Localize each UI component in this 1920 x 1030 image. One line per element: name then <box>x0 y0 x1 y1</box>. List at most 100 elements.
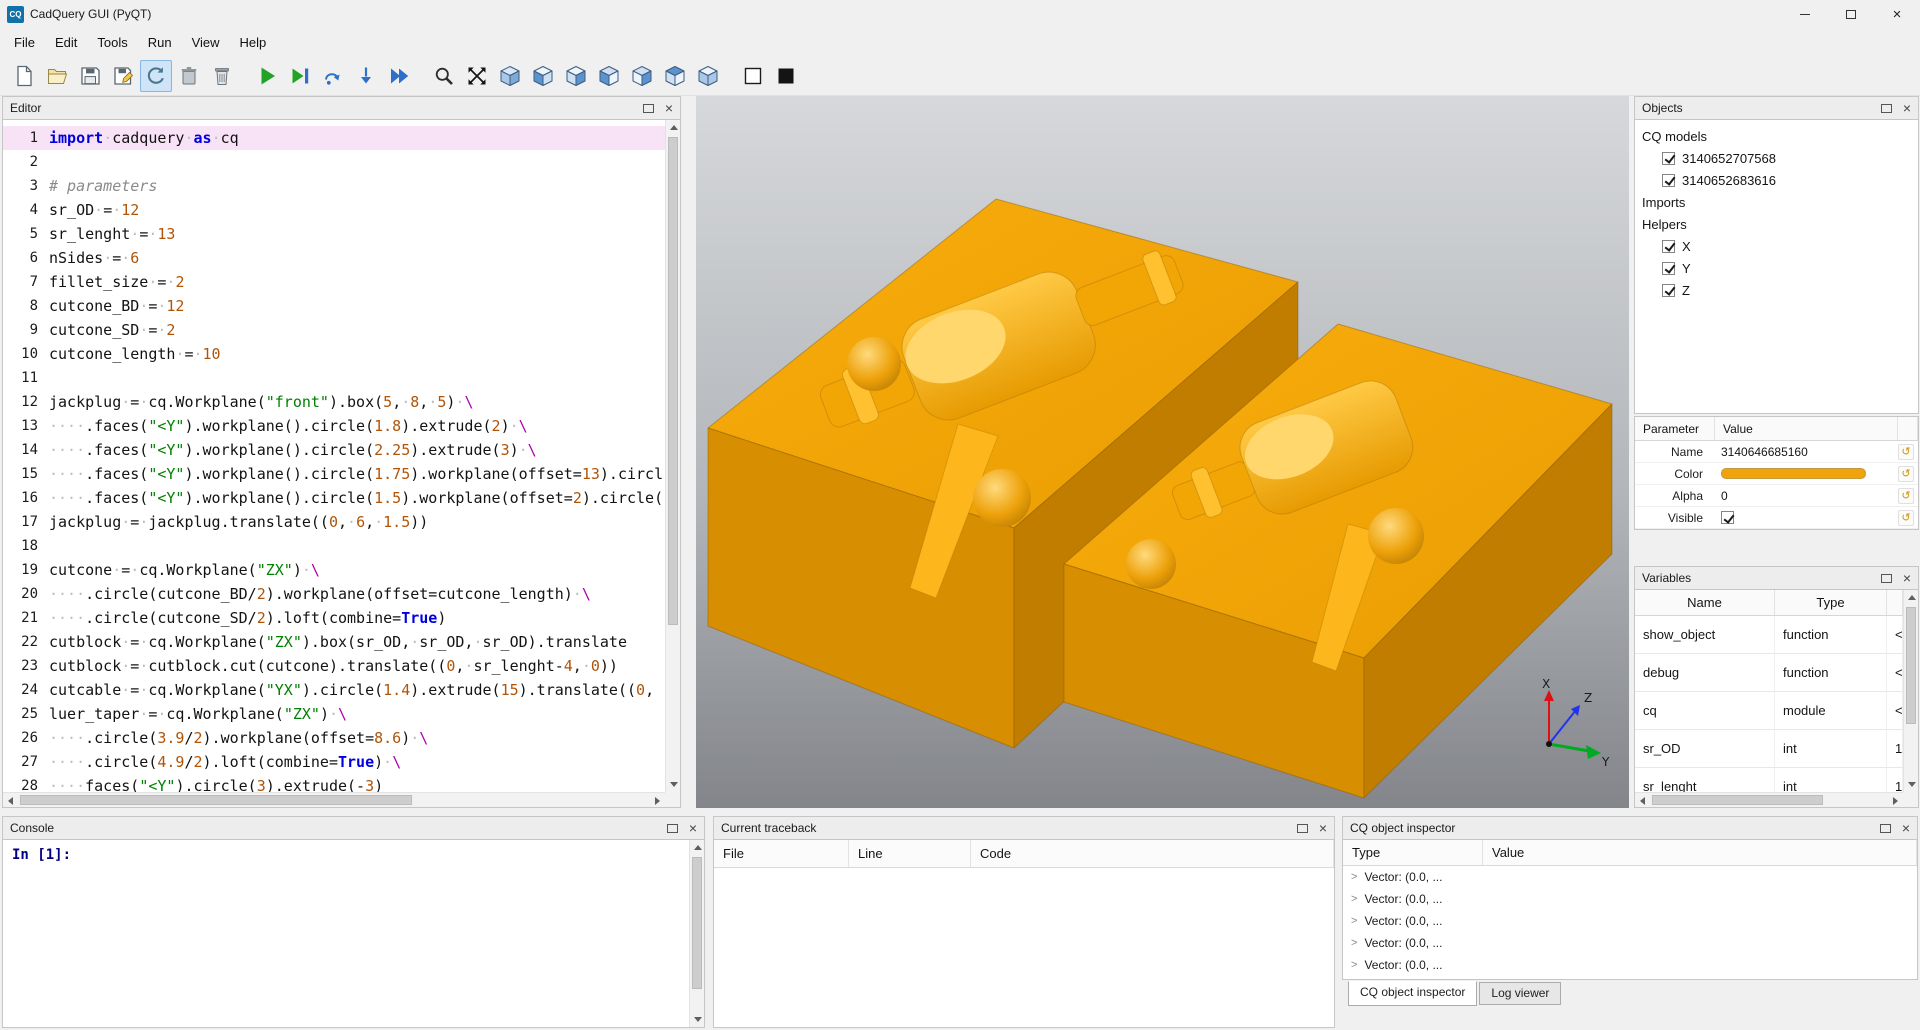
viewport-3d[interactable]: X Z Y <box>696 96 1629 808</box>
menu-run[interactable]: Run <box>138 31 182 54</box>
variable-row-debug[interactable]: debugfunction<f <box>1635 654 1903 692</box>
checkbox[interactable] <box>1662 174 1675 187</box>
scroll-thumb[interactable] <box>1906 607 1916 724</box>
scroll-up-button[interactable] <box>690 840 705 855</box>
scroll-thumb[interactable] <box>20 795 412 805</box>
inspector-row-0[interactable]: >Vector: (0.0, ... <box>1343 866 1917 888</box>
code-line-15[interactable]: 15····.faces("<Y").workplane().circle(1.… <box>3 462 665 486</box>
tree-item-x[interactable]: X <box>1635 235 1918 257</box>
code-line-6[interactable]: 6nSides·=·6 <box>3 246 665 270</box>
step-over-button[interactable] <box>317 60 349 92</box>
delete-button[interactable] <box>206 60 238 92</box>
tree-item-cq-models[interactable]: CQ models <box>1635 125 1918 147</box>
close-panel-icon[interactable]: × <box>665 101 673 115</box>
checkbox[interactable] <box>1662 240 1675 253</box>
menu-edit[interactable]: Edit <box>45 31 87 54</box>
scroll-track[interactable] <box>1904 605 1918 777</box>
tree-item-imports[interactable]: Imports <box>1635 191 1918 213</box>
expand-icon[interactable]: > <box>1351 937 1357 949</box>
float-panel-icon[interactable] <box>643 104 654 113</box>
scroll-track[interactable] <box>666 135 680 777</box>
close-panel-icon[interactable]: × <box>1319 821 1327 835</box>
save-button[interactable] <box>74 60 106 92</box>
reset-button[interactable]: ↺ <box>1898 488 1914 504</box>
code-line-8[interactable]: 8cutcone_BD·=·12 <box>3 294 665 318</box>
debug-button[interactable] <box>284 60 316 92</box>
tab-cq-object-inspector[interactable]: CQ object inspector <box>1348 981 1477 1006</box>
wireframe-button[interactable] <box>737 60 769 92</box>
editor-horizontal-scrollbar[interactable] <box>3 792 665 807</box>
checkbox[interactable] <box>1662 152 1675 165</box>
editor-code[interactable]: 1import·cadquery·as·cq23# parameters4sr_… <box>3 120 665 792</box>
scroll-up-button[interactable] <box>666 120 681 135</box>
scroll-track[interactable] <box>1650 793 1888 807</box>
code-line-23[interactable]: 23cutblock·=·cutblock.cut(cutcone).trans… <box>3 654 665 678</box>
code-line-3[interactable]: 3# parameters <box>3 174 665 198</box>
variables-vertical-scrollbar[interactable] <box>1903 590 1918 792</box>
scroll-down-button[interactable] <box>666 777 681 792</box>
code-line-18[interactable]: 18 <box>3 534 665 558</box>
tab-log-viewer[interactable]: Log viewer <box>1479 982 1561 1005</box>
code-line-5[interactable]: 5sr_lenght·=·13 <box>3 222 665 246</box>
console-body[interactable]: In [1]: <box>2 840 705 1028</box>
expand-icon[interactable]: > <box>1351 959 1357 971</box>
view-top-button[interactable] <box>659 60 691 92</box>
reset-button[interactable]: ↺ <box>1898 444 1914 460</box>
scroll-thumb[interactable] <box>1652 795 1823 805</box>
property-value[interactable] <box>1715 511 1898 524</box>
zoom-button[interactable] <box>428 60 460 92</box>
float-panel-icon[interactable] <box>1881 574 1892 583</box>
view-right-button[interactable] <box>626 60 658 92</box>
code-line-11[interactable]: 11 <box>3 366 665 390</box>
close-panel-icon[interactable]: × <box>689 821 697 835</box>
visible-checkbox[interactable] <box>1721 511 1734 524</box>
code-line-14[interactable]: 14····.faces("<Y").workplane().circle(2.… <box>3 438 665 462</box>
continue-button[interactable] <box>383 60 415 92</box>
maximize-button[interactable] <box>1828 0 1874 28</box>
menu-view[interactable]: View <box>182 31 230 54</box>
minimize-button[interactable] <box>1782 0 1828 28</box>
menu-file[interactable]: File <box>4 31 45 54</box>
scroll-right-button[interactable] <box>1888 793 1903 808</box>
code-line-28[interactable]: 28····faces("<Y").circle(3).extrude(-3) <box>3 774 665 792</box>
checkbox[interactable] <box>1662 284 1675 297</box>
variables-horizontal-scrollbar[interactable] <box>1635 792 1903 807</box>
new-file-button[interactable] <box>8 60 40 92</box>
inspector-row-2[interactable]: >Vector: (0.0, ... <box>1343 910 1917 932</box>
open-file-button[interactable] <box>41 60 73 92</box>
expand-icon[interactable]: > <box>1351 893 1357 905</box>
float-panel-icon[interactable] <box>1880 824 1891 833</box>
code-line-13[interactable]: 13····.faces("<Y").workplane().circle(1.… <box>3 414 665 438</box>
view-bottom-button[interactable] <box>692 60 724 92</box>
code-line-7[interactable]: 7fillet_size·=·2 <box>3 270 665 294</box>
inspector-row-1[interactable]: >Vector: (0.0, ... <box>1343 888 1917 910</box>
scroll-track[interactable] <box>18 793 650 807</box>
checkbox[interactable] <box>1662 262 1675 275</box>
code-line-22[interactable]: 22cutblock·=·cq.Workplane("ZX").box(sr_O… <box>3 630 665 654</box>
code-line-19[interactable]: 19cutcone·=·cq.Workplane("ZX")·\ <box>3 558 665 582</box>
menu-tools[interactable]: Tools <box>87 31 137 54</box>
reset-button[interactable]: ↺ <box>1898 510 1914 526</box>
float-panel-icon[interactable] <box>1881 104 1892 113</box>
code-line-16[interactable]: 16····.faces("<Y").workplane().circle(1.… <box>3 486 665 510</box>
reload-button[interactable] <box>140 60 172 92</box>
property-value[interactable]: 0 <box>1715 489 1898 503</box>
reset-button[interactable]: ↺ <box>1898 466 1914 482</box>
expand-icon[interactable]: > <box>1351 915 1357 927</box>
step-into-button[interactable] <box>350 60 382 92</box>
expand-icon[interactable]: > <box>1351 871 1357 883</box>
scroll-down-button[interactable] <box>1904 777 1919 792</box>
tree-item-3140652707568[interactable]: 3140652707568 <box>1635 147 1918 169</box>
clear-button[interactable] <box>173 60 205 92</box>
property-value[interactable] <box>1715 468 1898 479</box>
code-line-26[interactable]: 26····.circle(3.9/2).workplane(offset=8.… <box>3 726 665 750</box>
code-line-20[interactable]: 20····.circle(cutcone_BD/2).workplane(of… <box>3 582 665 606</box>
tree-item-helpers[interactable]: Helpers <box>1635 213 1918 235</box>
scroll-thumb[interactable] <box>692 857 702 989</box>
scroll-thumb[interactable] <box>668 137 678 625</box>
run-button[interactable] <box>251 60 283 92</box>
scroll-left-button[interactable] <box>3 793 18 808</box>
console-vertical-scrollbar[interactable] <box>689 840 704 1027</box>
variable-row-cq[interactable]: cqmodule<m <box>1635 692 1903 730</box>
variable-row-sr_OD[interactable]: sr_ODint12 <box>1635 730 1903 768</box>
